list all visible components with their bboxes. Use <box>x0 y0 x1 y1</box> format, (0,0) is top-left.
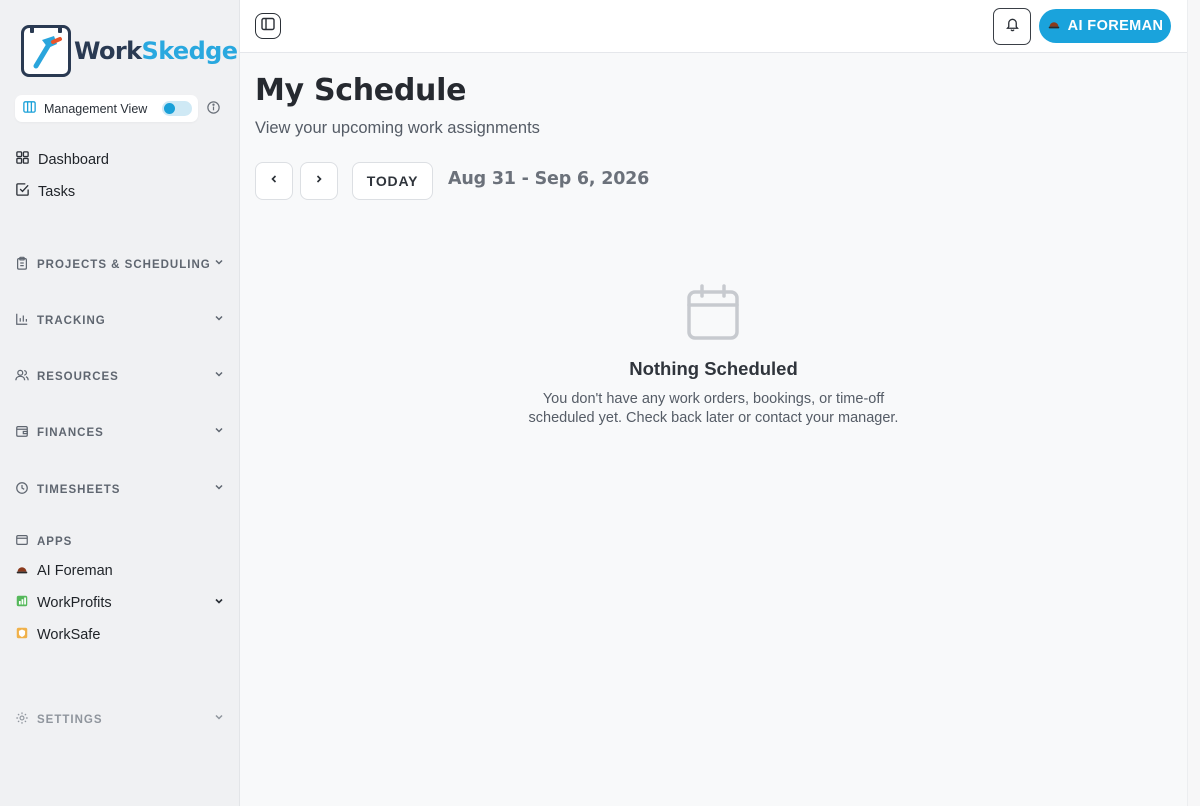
management-view-label: Management View <box>44 101 148 116</box>
sidebar-section-settings[interactable]: SETTINGS <box>15 711 225 728</box>
calendar-icon <box>685 283 741 346</box>
page-subtitle: View your upcoming work assignments <box>255 119 540 137</box>
sidebar-item-label: WorkProfits <box>37 595 112 611</box>
notifications-button[interactable] <box>993 8 1031 45</box>
logo-text-work: Work <box>74 37 142 65</box>
chevron-down-icon <box>213 711 225 726</box>
ai-foreman-button[interactable]: AI FOREMAN <box>1039 9 1171 43</box>
page-title: My Schedule <box>255 73 467 108</box>
panel-left-icon <box>261 17 275 36</box>
chevron-down-icon <box>213 368 225 383</box>
app-logo[interactable]: WorkSkedge <box>21 25 239 77</box>
gear-icon <box>15 711 29 728</box>
empty-state-title: Nothing Scheduled <box>629 358 798 379</box>
wallet-icon <box>15 424 29 441</box>
sidebar-item-ai-foreman[interactable]: AI Foreman <box>15 562 225 580</box>
chevron-down-icon <box>213 481 225 496</box>
clock-icon <box>15 481 29 498</box>
worksafe-icon <box>15 626 29 644</box>
switch-knob <box>164 103 175 114</box>
sidebar-section-finances[interactable]: FINANCES <box>15 424 225 441</box>
section-label: PROJECTS & SCHEDULING <box>37 258 211 271</box>
section-label: SETTINGS <box>37 713 103 726</box>
section-label: TRACKING <box>37 314 106 327</box>
bell-icon <box>1005 16 1020 37</box>
next-week-button[interactable] <box>300 162 338 200</box>
top-bar: AI FOREMAN <box>240 0 1187 53</box>
check-square-icon <box>15 182 30 201</box>
logo-text-skedge: Skedge <box>141 37 239 65</box>
sidebar-item-dashboard[interactable]: Dashboard <box>15 150 109 169</box>
today-button[interactable]: TODAY <box>352 162 433 200</box>
hardhat-icon <box>1047 17 1061 35</box>
sidebar-section-tracking[interactable]: TRACKING <box>15 312 225 329</box>
sidebar-item-worksafe[interactable]: WorkSafe <box>15 626 225 644</box>
chevron-down-icon <box>213 424 225 439</box>
grid-icon <box>15 150 30 169</box>
sidebar-item-tasks[interactable]: Tasks <box>15 182 75 201</box>
ai-foreman-button-label: AI FOREMAN <box>1067 18 1164 34</box>
sidebar-toggle-button[interactable] <box>255 13 281 39</box>
workprofits-icon <box>15 594 29 612</box>
page-scrollbar[interactable] <box>1187 0 1200 806</box>
sidebar-item-label: Tasks <box>38 183 76 200</box>
date-range-label: Aug 31 - Sep 6, 2026 <box>448 169 650 189</box>
sidebar-item-workprofits[interactable]: WorkProfits <box>15 594 225 612</box>
sidebar-item-label: AI Foreman <box>37 563 113 579</box>
sidebar-item-label: WorkSafe <box>37 627 101 643</box>
sidebar-item-label: Dashboard <box>38 151 109 168</box>
section-label: RESOURCES <box>37 370 119 383</box>
previous-week-button[interactable] <box>255 162 293 200</box>
sidebar-section-projects-scheduling[interactable]: PROJECTS & SCHEDULING <box>15 256 225 273</box>
section-label: TIMESHEETS <box>37 483 121 496</box>
section-label: APPS <box>37 535 73 548</box>
chevron-left-icon <box>268 172 280 190</box>
building-icon <box>22 99 37 119</box>
browser-window-icon <box>15 533 29 550</box>
empty-state-message: You don't have any work orders, bookings… <box>528 391 899 426</box>
clipboard-icon <box>15 256 29 273</box>
users-icon <box>15 368 29 385</box>
hardhat-icon <box>15 562 29 580</box>
bar-chart-icon <box>15 312 29 329</box>
sidebar-section-apps: APPS <box>15 533 225 550</box>
management-view-switch[interactable] <box>162 101 192 116</box>
chevron-down-icon[interactable] <box>213 595 225 611</box>
sidebar: WorkSkedge Management View Dashboard Tas… <box>0 0 240 806</box>
chevron-down-icon <box>213 256 225 271</box>
chevron-down-icon <box>213 312 225 327</box>
chevron-right-icon <box>313 172 325 190</box>
sidebar-section-resources[interactable]: RESOURCES <box>15 368 225 385</box>
management-view-toggle-row[interactable]: Management View <box>15 95 198 122</box>
logo-mark-icon <box>21 25 71 77</box>
sidebar-section-timesheets[interactable]: TIMESHEETS <box>15 481 225 498</box>
info-icon[interactable] <box>206 100 221 120</box>
section-label: FINANCES <box>37 426 104 439</box>
logo-text: WorkSkedge <box>74 37 239 65</box>
